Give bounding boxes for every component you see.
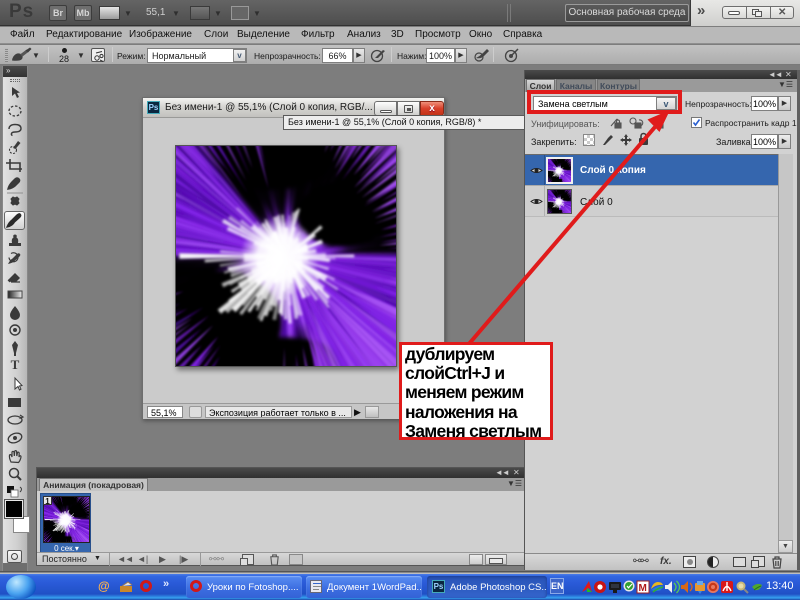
- svg-text:M: M: [639, 583, 647, 594]
